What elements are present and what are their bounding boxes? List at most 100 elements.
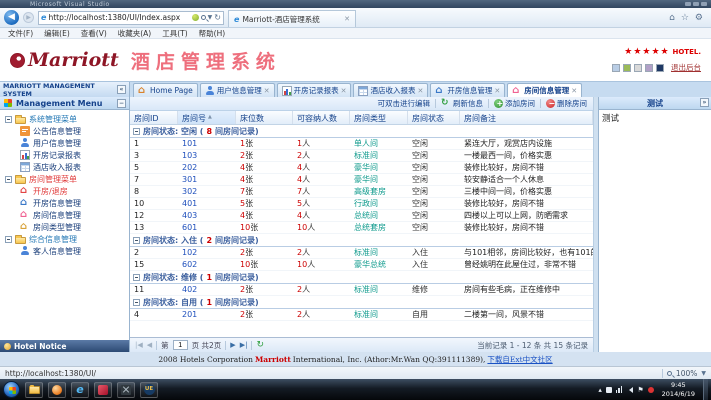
tab-close-icon[interactable]: ✕ bbox=[344, 15, 350, 23]
column-header-房间状态[interactable]: 房间状态 bbox=[408, 111, 460, 124]
column-header-房间备注[interactable]: 房间备注 bbox=[460, 111, 593, 124]
tray-flag-icon[interactable]: ⚑ bbox=[637, 386, 643, 394]
theme-swatch-4[interactable] bbox=[656, 63, 664, 72]
tab-close-icon[interactable]: ✕ bbox=[264, 87, 270, 95]
sidebar-item-开房信息管理[interactable]: 开房信息管理 bbox=[5, 197, 129, 209]
hotel-notice-header[interactable]: Hotel Notice bbox=[0, 340, 129, 352]
table-row[interactable]: 15 602 10张 10人 豪华总统 入住 曾经姚明在此屋住过，非常不错 bbox=[130, 259, 593, 271]
first-page-button[interactable]: |◀ bbox=[135, 341, 143, 349]
sidebar-item-公告信息管理[interactable]: 公告信息管理 bbox=[5, 125, 129, 137]
backstage-link[interactable]: 退出后台 bbox=[671, 62, 701, 73]
home-icon[interactable]: ⌂ bbox=[669, 13, 675, 23]
sidebar-item-房间信息管理[interactable]: 房间信息管理 bbox=[5, 209, 129, 221]
tab-开房信息管理[interactable]: 开房信息管理✕ bbox=[430, 83, 506, 97]
tab-Home Page[interactable]: Home Page bbox=[133, 83, 198, 97]
show-desktop-button[interactable] bbox=[703, 379, 708, 400]
zoom-dropdown-icon[interactable]: ▼ bbox=[701, 370, 706, 377]
back-button[interactable]: ◀ bbox=[4, 10, 19, 25]
group-header-row[interactable]: 房间状态: 空闲 (8 间房间记录) bbox=[130, 125, 593, 138]
tab-开房记录报表[interactable]: 开房记录报表 ✕ bbox=[276, 83, 352, 97]
prev-page-button[interactable]: ◀ bbox=[147, 341, 152, 349]
theme-swatch-0[interactable] bbox=[612, 63, 620, 72]
minimize-icon[interactable] bbox=[685, 2, 691, 6]
group-collapse-icon[interactable] bbox=[133, 298, 140, 306]
taskbar-ie-icon[interactable]: e bbox=[71, 381, 89, 398]
favorites-icon[interactable]: ☆ bbox=[681, 13, 689, 23]
next-page-button[interactable]: ▶ bbox=[230, 341, 235, 349]
start-button[interactable] bbox=[3, 381, 20, 398]
taskbar-explorer-icon[interactable] bbox=[25, 381, 43, 398]
menu-item-5[interactable]: 帮助(H) bbox=[199, 28, 226, 39]
sidebar-item-用户信息管理[interactable]: 用户信息管理 bbox=[5, 137, 129, 149]
taskbar-app-red-icon[interactable] bbox=[94, 381, 112, 398]
page-number-input[interactable] bbox=[172, 340, 188, 350]
table-row[interactable]: 3 103 2张 2人 标准间 空闲 一楼最西一间，价格实惠 bbox=[130, 150, 593, 162]
menu-item-2[interactable]: 查看(V) bbox=[81, 28, 107, 39]
tree-group-1[interactable]: 房间管理菜单 bbox=[5, 173, 129, 185]
forward-button[interactable]: ▶ bbox=[23, 12, 34, 23]
table-row[interactable]: 12 403 4张 4人 总统间 空闲 四楼以上可以上网，防晒需求 bbox=[130, 210, 593, 222]
sidebar-item-开房/退房[interactable]: 开房/退房 bbox=[5, 185, 129, 197]
group-header-row[interactable]: 房间状态: 入住 (2 间房间记录) bbox=[130, 234, 593, 247]
tree-group-0[interactable]: 系统管理菜单 bbox=[5, 113, 129, 125]
tab-酒店收入报表[interactable]: 酒店收入报表 ✕ bbox=[353, 83, 429, 97]
group-header-row[interactable]: 房间状态: 维修 (1 间房间记录) bbox=[130, 271, 593, 284]
table-row[interactable]: 1 101 1张 1人 单人间 空闲 紧连大厅，观赏店内设施 bbox=[130, 138, 593, 150]
menu-collapse-icon[interactable]: − bbox=[117, 98, 126, 108]
group-collapse-icon[interactable] bbox=[133, 127, 140, 135]
table-row[interactable]: 5 202 4张 4人 豪华间 空闲 装修比较好，房间不错 bbox=[130, 162, 593, 174]
table-row[interactable]: 4 201 2张 2人 标准间 自用 二楼第一间，风景不错 bbox=[130, 309, 593, 321]
taskbar-ultraedit-icon[interactable]: UE bbox=[140, 381, 158, 398]
settings-gear-icon[interactable]: ⚙ bbox=[695, 13, 703, 23]
address-bar[interactable]: e http://localhost:1380/UI/Index.aspx ▼ … bbox=[38, 10, 224, 25]
menu-item-0[interactable]: 文件(F) bbox=[8, 28, 33, 39]
tab-房间信息管理[interactable]: 房间信息管理✕ bbox=[507, 83, 583, 97]
add-room-button[interactable]: 添加房间 bbox=[494, 98, 535, 109]
collapse-icon[interactable] bbox=[5, 175, 12, 183]
menu-item-3[interactable]: 收藏夹(A) bbox=[118, 28, 151, 39]
sidebar-item-房间类型管理[interactable]: 房间类型管理 bbox=[5, 221, 129, 233]
tab-用户信息管理[interactable]: 用户信息管理 ✕ bbox=[199, 83, 275, 97]
group-collapse-icon[interactable] bbox=[133, 273, 140, 281]
sidebar-item-开房记录报表[interactable]: 开房记录报表 bbox=[5, 149, 129, 161]
search-icon[interactable] bbox=[200, 15, 206, 20]
footer-link[interactable]: 下载自Ext中文社区 bbox=[487, 354, 552, 365]
taskbar-mediaplayer-icon[interactable] bbox=[48, 381, 66, 398]
east-panel-header[interactable]: 测试 » bbox=[599, 97, 711, 110]
sidebar-item-酒店收入报表[interactable]: 酒店收入报表 bbox=[5, 161, 129, 173]
sidebar-item-客人信息管理[interactable]: 客人信息管理 bbox=[5, 245, 129, 257]
table-row[interactable]: 2 102 2张2人标准间 入住 与101相邻，房间比较好，也有101的特点 bbox=[130, 247, 593, 259]
tab-close-icon[interactable]: ✕ bbox=[341, 87, 347, 95]
column-header-可容纳人数[interactable]: 可容纳人数 bbox=[293, 111, 350, 124]
menu-item-4[interactable]: 工具(T) bbox=[162, 28, 187, 39]
column-header-房间号[interactable]: 房间号 ▲ bbox=[178, 111, 236, 124]
taskbar-tools-icon[interactable] bbox=[117, 381, 135, 398]
column-header-床位数[interactable]: 床位数 bbox=[236, 111, 293, 124]
column-header-房间ID[interactable]: 房间ID bbox=[130, 111, 178, 124]
tray-expand-icon[interactable]: ▴ bbox=[598, 386, 602, 394]
delete-room-button[interactable]: 删除房间 bbox=[546, 98, 587, 109]
pager-refresh-icon[interactable]: ↻ bbox=[256, 340, 264, 350]
tab-close-icon[interactable]: ✕ bbox=[417, 87, 423, 95]
url-text[interactable]: http://localhost:1380/UI/Index.aspx bbox=[48, 13, 189, 22]
collapse-icon[interactable] bbox=[5, 115, 12, 123]
theme-swatch-3[interactable] bbox=[645, 63, 653, 72]
tray-alert-icon[interactable] bbox=[647, 386, 654, 393]
east-collapse-icon[interactable]: » bbox=[700, 98, 709, 107]
table-row[interactable]: 10 401 5张 5人 行政间 空闲 装修比较好，房间不错 bbox=[130, 198, 593, 210]
theme-swatch-2[interactable] bbox=[634, 63, 642, 72]
tray-network-icon[interactable] bbox=[615, 386, 623, 393]
management-menu-header[interactable]: Management Menu − bbox=[0, 97, 129, 110]
refresh-icon[interactable]: ↻ bbox=[214, 13, 221, 22]
browser-tab[interactable]: e Marriott-酒店管理系统 ✕ bbox=[228, 10, 356, 27]
refresh-info-button[interactable]: 刷新信息 bbox=[441, 98, 483, 109]
theme-swatch-1[interactable] bbox=[623, 63, 631, 72]
column-header-房间类型[interactable]: 房间类型 bbox=[350, 111, 408, 124]
menu-item-1[interactable]: 编辑(E) bbox=[44, 28, 70, 39]
site-safety-icon[interactable] bbox=[191, 14, 199, 21]
collapse-icon[interactable] bbox=[5, 235, 12, 243]
tree-group-2[interactable]: 综合信息管理 bbox=[5, 233, 129, 245]
sidebar-collapse-icon[interactable]: « bbox=[117, 85, 126, 94]
taskbar-clock[interactable]: 9:45 2014/6/19 bbox=[659, 381, 698, 397]
close-icon[interactable] bbox=[701, 2, 707, 6]
